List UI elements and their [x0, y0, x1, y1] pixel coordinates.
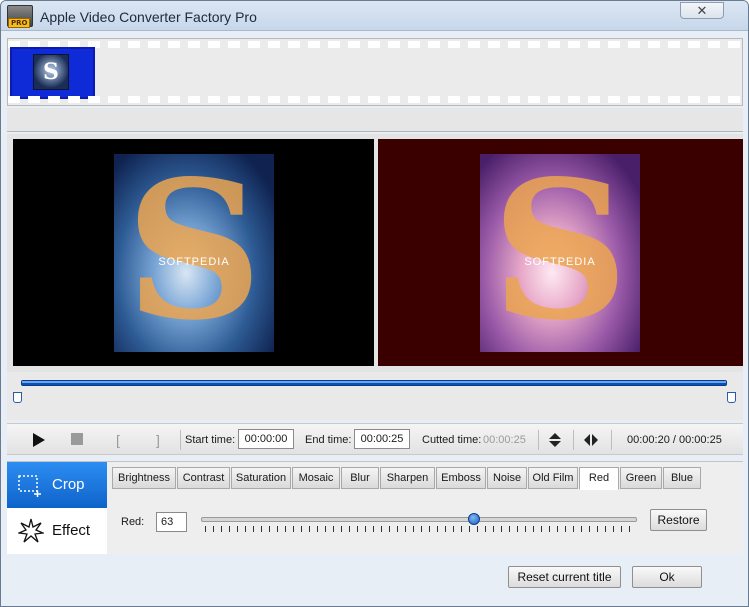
tab-brightness[interactable]: Brightness: [112, 467, 176, 489]
app-window: PRO Apple Video Converter Factory Pro ✕ …: [0, 0, 749, 607]
thumbnail-image: S: [33, 54, 69, 90]
timeline-track[interactable]: [21, 380, 727, 386]
end-time-input[interactable]: 00:00:25: [354, 429, 410, 449]
start-time-input[interactable]: 00:00:00: [238, 429, 294, 449]
play-icon[interactable]: [32, 424, 46, 456]
effect-icon: [18, 518, 44, 543]
original-preview: S SOFTPEDIA: [13, 139, 374, 366]
red-value-input[interactable]: 63: [156, 512, 187, 532]
reset-current-title-button[interactable]: Reset current title: [508, 566, 621, 588]
window-title: Apple Video Converter Factory Pro: [40, 9, 257, 25]
tab-green[interactable]: Green: [620, 467, 662, 489]
tab-contrast[interactable]: Contrast: [177, 467, 230, 489]
red-slider-track[interactable]: [201, 517, 637, 522]
frame-watermark: SOFTPEDIA: [524, 256, 596, 268]
effects-panel: Crop Effect Brightness Contrast Saturati…: [7, 461, 743, 554]
time-readout: 00:00:20 / 00:00:25: [627, 434, 722, 446]
mark-out-button[interactable]: ]: [156, 424, 160, 456]
tab-saturation[interactable]: Saturation: [231, 467, 291, 489]
red-label: Red:: [121, 516, 145, 528]
stop-icon[interactable]: [71, 424, 83, 456]
crop-tab[interactable]: Crop: [7, 462, 107, 508]
divider: [611, 430, 612, 450]
crop-icon: [18, 475, 41, 497]
pro-badge: PRO: [8, 18, 31, 28]
close-icon: ✕: [696, 3, 708, 18]
tab-mosaic[interactable]: Mosaic: [292, 467, 340, 489]
frame-letter: S: [125, 139, 263, 362]
tab-emboss[interactable]: Emboss: [436, 467, 486, 489]
tab-red[interactable]: Red: [579, 467, 619, 490]
tab-blue[interactable]: Blue: [663, 467, 701, 489]
tab-sharpen[interactable]: Sharpen: [380, 467, 435, 489]
output-preview: S SOFTPEDIA: [378, 139, 743, 366]
video-thumbnail[interactable]: S: [10, 47, 95, 99]
cut-time-label: Cutted time:: [422, 434, 482, 446]
frame-watermark: SOFTPEDIA: [158, 256, 230, 268]
divider: [180, 430, 181, 450]
effect-tab[interactable]: Effect: [7, 508, 107, 554]
flip-vertical-icon[interactable]: [547, 424, 563, 456]
divider: [538, 430, 539, 450]
title-bar: PRO Apple Video Converter Factory Pro ✕: [1, 1, 748, 31]
cut-time-value: 00:00:25: [483, 434, 526, 446]
restore-button[interactable]: Restore: [650, 509, 707, 531]
divider: [573, 430, 574, 450]
flip-horizontal-icon[interactable]: [583, 424, 599, 456]
crop-label: Crop: [52, 476, 85, 493]
end-time-label: End time:: [305, 434, 352, 446]
tab-noise[interactable]: Noise: [487, 467, 527, 489]
preview-area: S SOFTPEDIA S SOFTPEDIA: [7, 134, 743, 372]
film-perforation-top: [8, 41, 742, 48]
filmstrip: S: [7, 38, 743, 106]
trim-end-handle[interactable]: [727, 392, 736, 403]
film-perforation-bottom: [8, 96, 742, 103]
tab-blur[interactable]: Blur: [341, 467, 379, 489]
effect-label: Effect: [52, 522, 91, 539]
footer: Reset current title Ok: [1, 554, 748, 606]
slider-ticks: [205, 526, 633, 532]
red-slider-thumb[interactable]: [467, 513, 480, 525]
mark-in-button[interactable]: [: [116, 424, 120, 456]
timeline: [7, 372, 743, 420]
divider: [7, 108, 743, 132]
ok-button[interactable]: Ok: [632, 566, 702, 588]
app-icon: PRO: [7, 5, 33, 28]
original-frame-image: S SOFTPEDIA: [114, 146, 274, 356]
playback-controls: [ ] Start time: 00:00:00 End time: 00:00…: [7, 423, 743, 455]
start-time-label: Start time:: [185, 434, 236, 446]
close-button[interactable]: ✕: [680, 2, 724, 19]
tab-old-film[interactable]: Old Film: [528, 467, 578, 489]
trim-start-handle[interactable]: [13, 392, 22, 403]
output-frame-image: S SOFTPEDIA: [480, 146, 640, 356]
frame-letter: S: [491, 139, 629, 362]
